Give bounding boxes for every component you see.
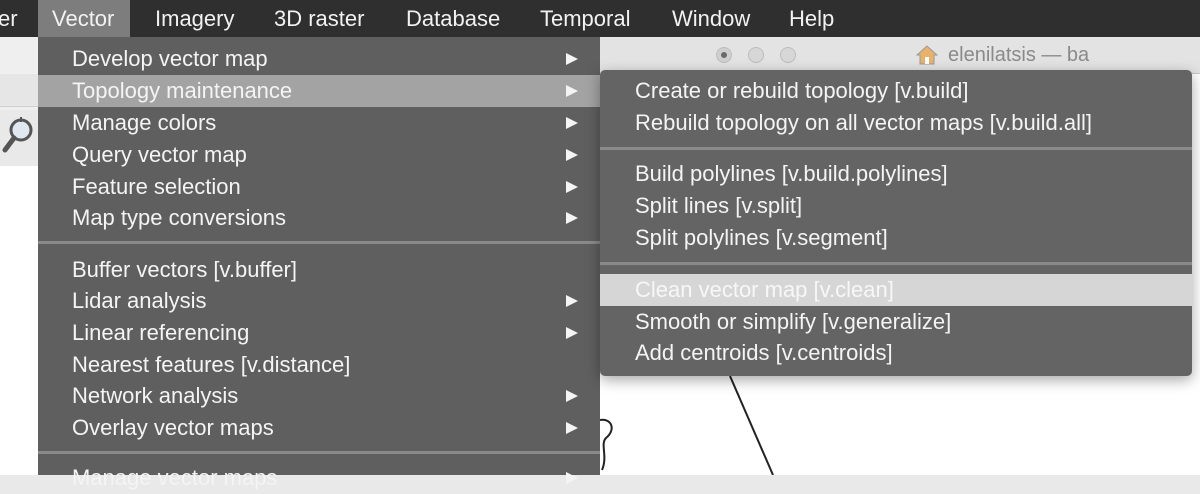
close-window-button[interactable] xyxy=(716,47,732,63)
submenu-arrow-icon xyxy=(566,327,578,339)
submenu-arrow-icon xyxy=(566,212,578,224)
vector-menu: Develop vector map Topology maintenance … xyxy=(38,37,600,490)
menu-item-overlay-vector-maps[interactable]: Overlay vector maps xyxy=(38,412,600,444)
menubar-item-temporal[interactable]: Temporal xyxy=(540,0,630,37)
menubar-item-3d-raster[interactable]: 3D raster xyxy=(274,0,364,37)
menu-item-manage-colors[interactable]: Manage colors xyxy=(38,107,600,139)
menubar-item-help[interactable]: Help xyxy=(789,0,834,37)
menu-separator xyxy=(38,241,600,244)
menubar-item-layer[interactable]: er xyxy=(0,0,18,37)
menu-item-buffer-vectors[interactable]: Buffer vectors [v.buffer] xyxy=(38,254,600,286)
window-title: elenilatsis — ba xyxy=(948,44,1090,66)
menu-item-smooth-or-simplify[interactable]: Smooth or simplify [v.generalize] xyxy=(600,306,1192,338)
background-canvas-left xyxy=(0,166,38,475)
menu-item-create-or-rebuild-topology[interactable]: Create or rebuild topology [v.build] xyxy=(600,75,1192,107)
menu-item-split-lines[interactable]: Split lines [v.split] xyxy=(600,190,1192,222)
topology-maintenance-submenu: Create or rebuild topology [v.build] Reb… xyxy=(600,70,1192,376)
submenu-arrow-icon xyxy=(566,149,578,161)
window-titlebar: elenilatsis — ba xyxy=(598,37,1200,74)
menu-item-linear-referencing[interactable]: Linear referencing xyxy=(38,317,600,349)
submenu-arrow-icon xyxy=(566,390,578,402)
submenu-arrow-icon xyxy=(566,295,578,307)
menu-item-nearest-features[interactable]: Nearest features [v.distance] xyxy=(38,349,600,381)
menu-item-split-polylines[interactable]: Split polylines [v.segment] xyxy=(600,222,1192,254)
menu-separator xyxy=(600,147,1192,150)
menu-item-feature-selection[interactable]: Feature selection xyxy=(38,171,600,203)
menu-item-clean-vector-map[interactable]: Clean vector map [v.clean] xyxy=(600,274,1192,306)
menu-item-build-polylines[interactable]: Build polylines [v.build.polylines] xyxy=(600,158,1192,190)
menu-item-add-centroids[interactable]: Add centroids [v.centroids] xyxy=(600,337,1192,369)
home-icon xyxy=(916,45,938,65)
map-canvas-lines xyxy=(599,375,774,475)
submenu-arrow-icon xyxy=(566,181,578,193)
menu-item-map-type-conversions[interactable]: Map type conversions xyxy=(38,202,600,234)
menu-item-query-vector-map[interactable]: Query vector map xyxy=(38,139,600,171)
menubar: er Vector Imagery 3D raster Database Tem… xyxy=(0,0,1200,37)
menu-item-develop-vector-map[interactable]: Develop vector map xyxy=(38,43,600,75)
submenu-arrow-icon xyxy=(566,117,578,129)
menu-item-rebuild-topology-all[interactable]: Rebuild topology on all vector maps [v.b… xyxy=(600,107,1192,139)
submenu-arrow-icon xyxy=(566,422,578,434)
menubar-item-imagery[interactable]: Imagery xyxy=(155,0,234,37)
background-toolbar-row xyxy=(0,74,38,107)
minimize-window-button[interactable] xyxy=(748,47,764,63)
menu-separator xyxy=(600,262,1192,265)
menu-item-manage-vector-maps[interactable]: Manage vector maps xyxy=(38,462,600,494)
menu-item-lidar-analysis[interactable]: Lidar analysis xyxy=(38,285,600,317)
menubar-item-vector[interactable]: Vector xyxy=(38,0,131,37)
menubar-item-window[interactable]: Window xyxy=(672,0,750,37)
submenu-arrow-icon xyxy=(566,53,578,65)
submenu-arrow-icon xyxy=(566,85,578,97)
zoom-window-button[interactable] xyxy=(780,47,796,63)
menu-separator xyxy=(38,451,600,454)
zoom-icon[interactable] xyxy=(2,116,36,156)
menu-item-network-analysis[interactable]: Network analysis xyxy=(38,380,600,412)
submenu-arrow-icon xyxy=(566,472,578,484)
menubar-item-database[interactable]: Database xyxy=(406,0,500,37)
menu-item-topology-maintenance[interactable]: Topology maintenance xyxy=(38,75,600,107)
